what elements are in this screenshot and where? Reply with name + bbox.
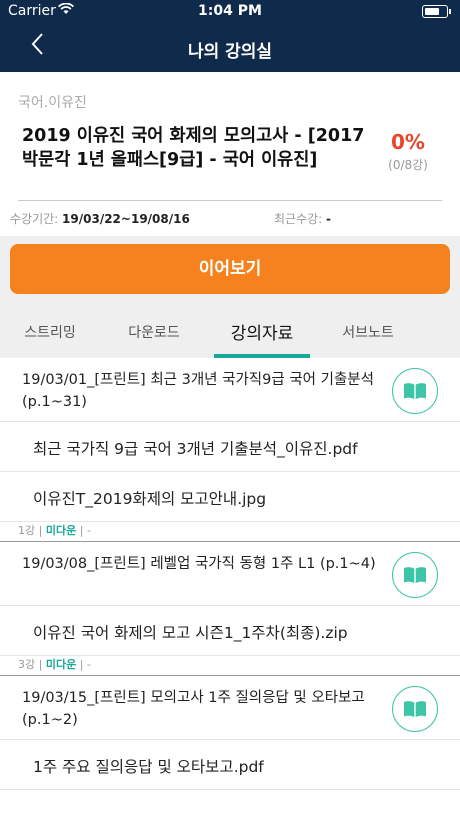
- battery-icon: [422, 5, 451, 18]
- footer-extra: -: [86, 658, 91, 671]
- footer-extra: -: [86, 524, 91, 537]
- recent-block: 최근수강: -: [274, 210, 331, 227]
- material-title: 19/03/08_[프린트] 레벨업 국가직 동형 1주 L1 (p.1~4): [22, 556, 376, 572]
- tab-bar: 스트리밍 다운로드 강의자료 서브노트: [0, 304, 460, 358]
- tab-subnote[interactable]: 서브노트: [318, 322, 418, 342]
- download-status: 미다운: [45, 524, 77, 537]
- progress-block: 0% (0/8강): [378, 130, 438, 173]
- divider: [18, 200, 442, 201]
- lecture-footer: 1강 | 미다운 | -: [0, 522, 460, 542]
- recent-label: 최근수강:: [274, 212, 323, 226]
- resume-container: 이어보기: [0, 244, 460, 304]
- tab-materials[interactable]: 강의자료: [212, 319, 312, 344]
- download-status: 미다운: [45, 658, 77, 671]
- lecture-number: 1강: [18, 524, 36, 537]
- material-title: 19/03/01_[프린트] 최근 3개년 국가직9급 국어 기출분석(p.1~…: [22, 372, 374, 410]
- lecture-footer: 3강 | 미다운 | -: [0, 656, 460, 676]
- material-title: 19/03/15_[프린트] 모의고사 1주 질의응답 및 오타보고(p.1~2…: [22, 690, 365, 728]
- file-item[interactable]: 이유진 국어 화제의 모고 시즌1_1주차(최종).zip: [0, 606, 460, 656]
- course-header: 국어.이유진 2019 이유진 국어 화제의 모의고사 - [2017 박문각 …: [0, 72, 460, 236]
- navigation-bar: 나의 강의실: [0, 24, 460, 72]
- file-item[interactable]: 이유진T_2019화제의 모고안내.jpg: [0, 472, 460, 522]
- page-title: 나의 강의실: [187, 42, 273, 62]
- file-item[interactable]: 최근 국가직 9급 국어 3개년 기출분석_이유진.pdf: [0, 422, 460, 472]
- spacer: [0, 236, 460, 244]
- book-icon[interactable]: [392, 686, 438, 732]
- progress-percent: 0%: [391, 130, 425, 154]
- recent-value: -: [326, 212, 332, 226]
- book-icon[interactable]: [392, 368, 438, 414]
- tab-download[interactable]: 다운로드: [104, 322, 204, 342]
- clock: 1:04 PM: [198, 3, 262, 19]
- file-item[interactable]: 1주 주요 질의응답 및 오타보고.pdf: [0, 740, 460, 790]
- status-bar: Carrier 1:04 PM: [0, 0, 460, 24]
- period-value: 19/03/22~19/08/16: [62, 212, 190, 226]
- course-title: 2019 이유진 국어 화제의 모의고사 - [2017 박문각 1년 올패스[…: [22, 126, 365, 170]
- tab-streaming[interactable]: 스트리밍: [0, 322, 100, 342]
- course-meta: 수강기간: 19/03/22~19/08/16 최근수강: -: [10, 210, 450, 227]
- material-item[interactable]: 19/03/15_[프린트] 모의고사 1주 질의응답 및 오타보고(p.1~2…: [0, 676, 460, 740]
- book-icon[interactable]: [392, 552, 438, 598]
- material-item[interactable]: 19/03/08_[프린트] 레벨업 국가직 동형 1주 L1 (p.1~4): [0, 542, 460, 606]
- material-item[interactable]: 19/03/01_[프린트] 최근 3개년 국가직9급 국어 기출분석(p.1~…: [0, 358, 460, 422]
- lecture-number: 3강: [18, 658, 36, 671]
- teacher-name: 국어.이유진: [18, 95, 87, 111]
- resume-button[interactable]: 이어보기: [10, 244, 450, 294]
- materials-list: 19/03/01_[프린트] 최근 3개년 국가직9급 국어 기출분석(p.1~…: [0, 358, 460, 790]
- period-label: 수강기간:: [10, 212, 59, 226]
- progress-count: (0/8강): [388, 158, 428, 172]
